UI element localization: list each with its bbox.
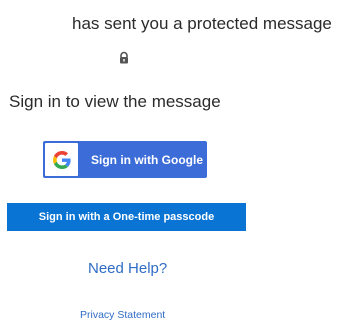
protected-message-notice: has sent you a protected message [72, 14, 332, 33]
sign-in-with-google-button[interactable]: Sign in with Google [43, 141, 207, 178]
lock-icon [117, 51, 131, 65]
sign-in-with-otp-button[interactable]: Sign in with a One-time passcode [7, 203, 246, 231]
privacy-statement-link[interactable]: Privacy Statement [80, 309, 165, 321]
need-help-link[interactable]: Need Help? [88, 260, 167, 277]
signin-heading: Sign in to view the message [9, 92, 221, 111]
google-button-label: Sign in with Google [91, 152, 203, 167]
google-logo-icon [45, 143, 78, 176]
